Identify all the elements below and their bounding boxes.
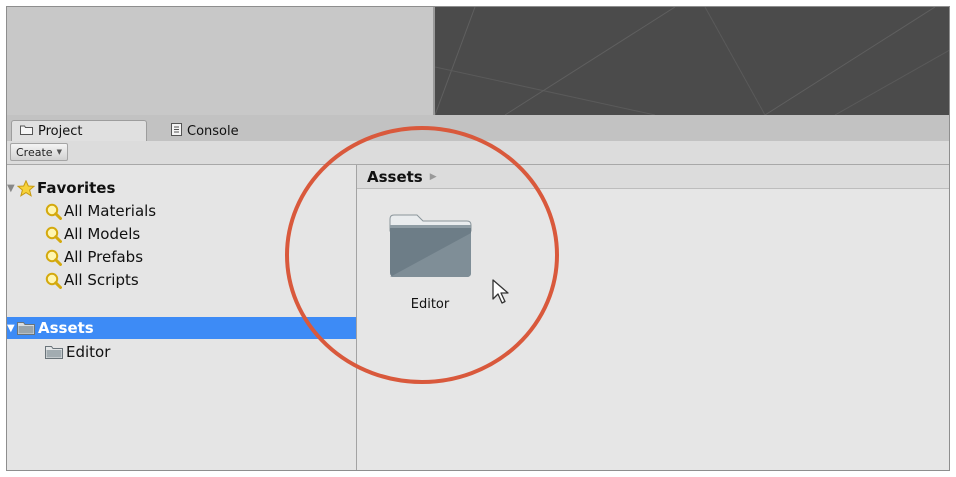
- dropdown-caret-icon: ▼: [56, 148, 62, 156]
- project-toolbar: Create ▼: [7, 141, 949, 165]
- tree-label: All Prefabs: [64, 248, 144, 266]
- tree-label: Favorites: [37, 179, 116, 197]
- expand-arrow-icon[interactable]: ▼: [7, 183, 17, 194]
- tree-label: All Models: [64, 225, 141, 243]
- folder-icon: [17, 321, 35, 335]
- tree-label: Editor: [66, 343, 111, 361]
- breadcrumb-arrow-icon: ▶: [429, 171, 437, 182]
- create-button-label: Create: [16, 145, 53, 159]
- project-tree: ▼ Favorites All Materials All Models All…: [7, 165, 356, 470]
- tab-project[interactable]: Project: [11, 120, 147, 142]
- tab-label: Project: [38, 124, 83, 139]
- folder-icon: [387, 211, 473, 285]
- tree-label: Assets: [38, 319, 94, 337]
- tab-label: Console: [187, 123, 239, 139]
- tree-item-assets[interactable]: ▼ Assets: [7, 317, 356, 339]
- search-icon: [45, 226, 62, 243]
- hierarchy-pane: [7, 7, 433, 115]
- tree-item-favorites[interactable]: ▼ Favorites: [7, 177, 356, 199]
- scene-view[interactable]: [435, 7, 949, 115]
- tab-console[interactable]: Console: [163, 120, 283, 142]
- asset-label: Editor: [410, 297, 450, 312]
- breadcrumb: Assets ▶: [357, 165, 949, 189]
- folder-icon: [45, 345, 63, 359]
- tree-label: All Materials: [64, 202, 157, 220]
- search-icon: [45, 249, 62, 266]
- create-button[interactable]: Create ▼: [10, 143, 68, 161]
- panel-tabbar: Project Console: [7, 117, 949, 142]
- console-icon: [171, 122, 182, 140]
- tree-label: All Scripts: [64, 271, 139, 289]
- breadcrumb-item-assets[interactable]: Assets: [367, 168, 423, 186]
- mouse-cursor-icon: [492, 279, 509, 304]
- folder-icon: [20, 124, 33, 139]
- tree-item-all-models[interactable]: All Models: [7, 223, 356, 245]
- unity-editor-window: Project Console Create ▼ ▼ Favorites All: [6, 6, 950, 471]
- tree-item-editor[interactable]: Editor: [7, 341, 356, 363]
- search-icon: [45, 272, 62, 289]
- expand-arrow-icon[interactable]: ▼: [7, 323, 17, 334]
- asset-browser: Assets ▶ Editor: [357, 165, 949, 470]
- asset-tile-editor[interactable]: Editor: [387, 211, 473, 312]
- star-icon: [17, 179, 35, 197]
- search-icon: [45, 203, 62, 220]
- tree-item-all-prefabs[interactable]: All Prefabs: [7, 246, 356, 268]
- tree-item-all-scripts[interactable]: All Scripts: [7, 269, 356, 291]
- tree-item-all-materials[interactable]: All Materials: [7, 200, 356, 222]
- scene-grid: [435, 7, 949, 115]
